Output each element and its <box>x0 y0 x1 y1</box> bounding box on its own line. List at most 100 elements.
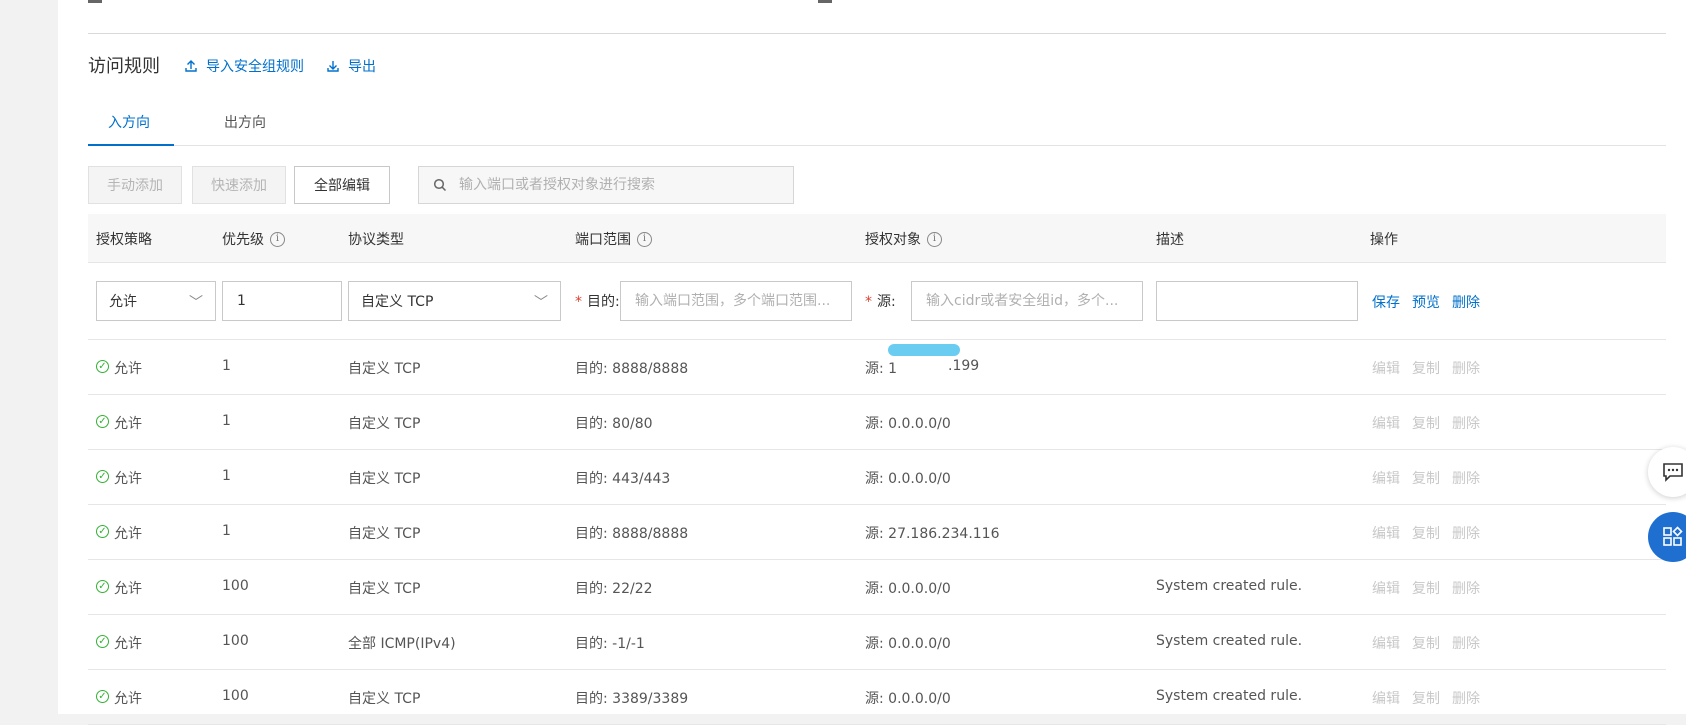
header-auth-object: 授权对象 i <box>865 229 942 249</box>
header-priority-label: 优先级 <box>222 232 264 248</box>
description-cell: System created rule. <box>1156 688 1303 704</box>
copy-link[interactable]: 复制 <box>1412 358 1440 378</box>
check-circle-icon: ✓ <box>96 415 109 428</box>
header-policy: 授权策略 <box>96 229 152 249</box>
edit-link[interactable]: 编辑 <box>1372 633 1400 653</box>
port-cell: 目的: 80/80 <box>575 416 653 432</box>
source-cell: 源: 0.0.0.0/0 <box>865 691 951 707</box>
policy-cell: 允许 <box>114 471 142 487</box>
port-cell: 目的: 3389/3389 <box>575 691 689 707</box>
active-tab-indicator <box>88 144 174 146</box>
priority-input[interactable] <box>235 292 329 310</box>
description-cell: System created rule. <box>1156 633 1303 649</box>
port-cell: 目的: -1/-1 <box>575 636 645 652</box>
info-icon[interactable]: i <box>927 231 942 247</box>
import-security-group-rules-link[interactable]: 导入安全组规则 <box>184 56 304 76</box>
delete-link[interactable]: 删除 <box>1452 292 1480 312</box>
dest-label: * 目的: <box>575 294 620 310</box>
table-header: 授权策略 优先级 i 协议类型 端口范围 i 授权对象 i 描述 操作 <box>88 214 1666 263</box>
protocol-cell: 自定义 TCP <box>348 471 421 487</box>
delete-row-link[interactable]: 删除 <box>1452 688 1480 708</box>
search-box <box>418 166 794 204</box>
priority-cell: 1 <box>222 468 231 484</box>
edit-link[interactable]: 编辑 <box>1372 523 1400 543</box>
priority-cell: 100 <box>222 633 249 649</box>
source-cell: 源: 0.0.0.0/0 <box>865 471 951 487</box>
priority-cell: 100 <box>222 578 249 594</box>
edit-link[interactable]: 编辑 <box>1372 358 1400 378</box>
table-row: ✓ 允许 1 自定义 TCP 目的: 443/443 源: 0.0.0.0/0 编辑 复制 删除 <box>88 450 1666 505</box>
redaction-blur <box>888 344 960 356</box>
delete-row-link[interactable]: 删除 <box>1452 468 1480 488</box>
check-circle-icon: ✓ <box>96 360 109 373</box>
check-circle-icon: ✓ <box>96 690 109 703</box>
delete-row-link[interactable]: 删除 <box>1452 633 1480 653</box>
priority-field[interactable] <box>222 281 342 321</box>
manual-add-button[interactable]: 手动添加 <box>88 166 182 204</box>
export-link-label: 导出 <box>348 59 376 75</box>
export-link[interactable]: 导出 <box>326 56 376 76</box>
tab-outbound[interactable]: 出方向 <box>224 112 266 132</box>
header-port-label: 端口范围 <box>575 232 631 248</box>
table-row: ✓ 允许 100 自定义 TCP 目的: 3389/3389 源: 0.0.0.0/0 Sy… <box>88 670 1666 725</box>
port-cell: 目的: 8888/8888 <box>575 361 689 377</box>
copy-link[interactable]: 复制 <box>1412 468 1440 488</box>
protocol-select[interactable]: 自定义 TCP ﹀ <box>348 281 561 321</box>
check-circle-icon: ✓ <box>96 525 109 538</box>
description-field[interactable] <box>1156 281 1358 321</box>
copy-link[interactable]: 复制 <box>1412 413 1440 433</box>
delete-row-link[interactable]: 删除 <box>1452 413 1480 433</box>
save-link[interactable]: 保存 <box>1372 292 1400 312</box>
protocol-cell: 自定义 TCP <box>348 581 421 597</box>
search-input[interactable] <box>457 176 781 194</box>
rules-table: 授权策略 优先级 i 协议类型 端口范围 i 授权对象 i 描述 操作 允许 ﹀ 自定… <box>88 214 1666 725</box>
copy-link[interactable]: 复制 <box>1412 578 1440 598</box>
protocol-cell: 全部 ICMP(IPv4) <box>348 636 456 652</box>
source-cell: 源: 0.0.0.0/0 <box>865 581 951 597</box>
copy-link[interactable]: 复制 <box>1412 523 1440 543</box>
upload-icon <box>185 60 197 72</box>
table-row: ✓ 允许 100 自定义 TCP 目的: 22/22 源: 0.0.0.0/0 System… <box>88 560 1666 615</box>
delete-row-link[interactable]: 删除 <box>1452 578 1480 598</box>
dest-port-field[interactable] <box>620 281 852 321</box>
source-field[interactable] <box>911 281 1143 321</box>
table-row: ✓ 允许 100 全部 ICMP(IPv4) 目的: -1/-1 源: 0.0.0.0/0… <box>88 615 1666 670</box>
protocol-cell: 自定义 TCP <box>348 691 421 707</box>
edit-link[interactable]: 编辑 <box>1372 578 1400 598</box>
port-cell: 目的: 22/22 <box>575 581 653 597</box>
edit-link[interactable]: 编辑 <box>1372 688 1400 708</box>
copy-link[interactable]: 复制 <box>1412 633 1440 653</box>
source-input[interactable] <box>924 292 1130 310</box>
quick-add-button[interactable]: 快速添加 <box>192 166 286 204</box>
main-content: 访问规则 导入安全组规则 导出 入方向 出方向 手动添加 快速添加 全部编辑 授… <box>58 0 1686 725</box>
header-auth-label: 授权对象 <box>865 232 921 248</box>
source-cell-tail: .199 <box>948 358 980 374</box>
table-row: ✓ 允许 1 自定义 TCP 目的: 8888/8888 源: 1 .199 编辑 复制 删除 <box>88 340 1666 395</box>
info-icon[interactable]: i <box>637 231 652 247</box>
protocol-cell: 自定义 TCP <box>348 526 421 542</box>
copy-link[interactable]: 复制 <box>1412 688 1440 708</box>
dest-port-input[interactable] <box>633 292 839 310</box>
edit-link[interactable]: 编辑 <box>1372 413 1400 433</box>
edit-all-button[interactable]: 全部编辑 <box>294 166 390 204</box>
source-cell: 源: 1 <box>865 361 898 377</box>
info-icon[interactable]: i <box>270 231 285 247</box>
edit-link[interactable]: 编辑 <box>1372 468 1400 488</box>
policy-cell: 允许 <box>114 416 142 432</box>
policy-select[interactable]: 允许 ﹀ <box>96 281 216 321</box>
check-circle-icon: ✓ <box>96 580 109 593</box>
delete-row-link[interactable]: 删除 <box>1452 358 1480 378</box>
apps-icon <box>1663 526 1683 546</box>
description-input[interactable] <box>1169 292 1345 310</box>
preview-link[interactable]: 预览 <box>1412 292 1440 312</box>
policy-cell: 允许 <box>114 361 142 377</box>
policy-select-value: 允许 <box>109 294 137 310</box>
port-cell: 目的: 8888/8888 <box>575 526 689 542</box>
tab-inbound[interactable]: 入方向 <box>108 112 150 132</box>
header-description: 描述 <box>1156 229 1184 249</box>
chevron-down-icon: ﹀ <box>534 295 548 311</box>
import-link-label: 导入安全组规则 <box>206 59 304 75</box>
delete-row-link[interactable]: 删除 <box>1452 523 1480 543</box>
chat-icon <box>1663 463 1683 482</box>
cutoff-text-fragment <box>88 0 102 3</box>
